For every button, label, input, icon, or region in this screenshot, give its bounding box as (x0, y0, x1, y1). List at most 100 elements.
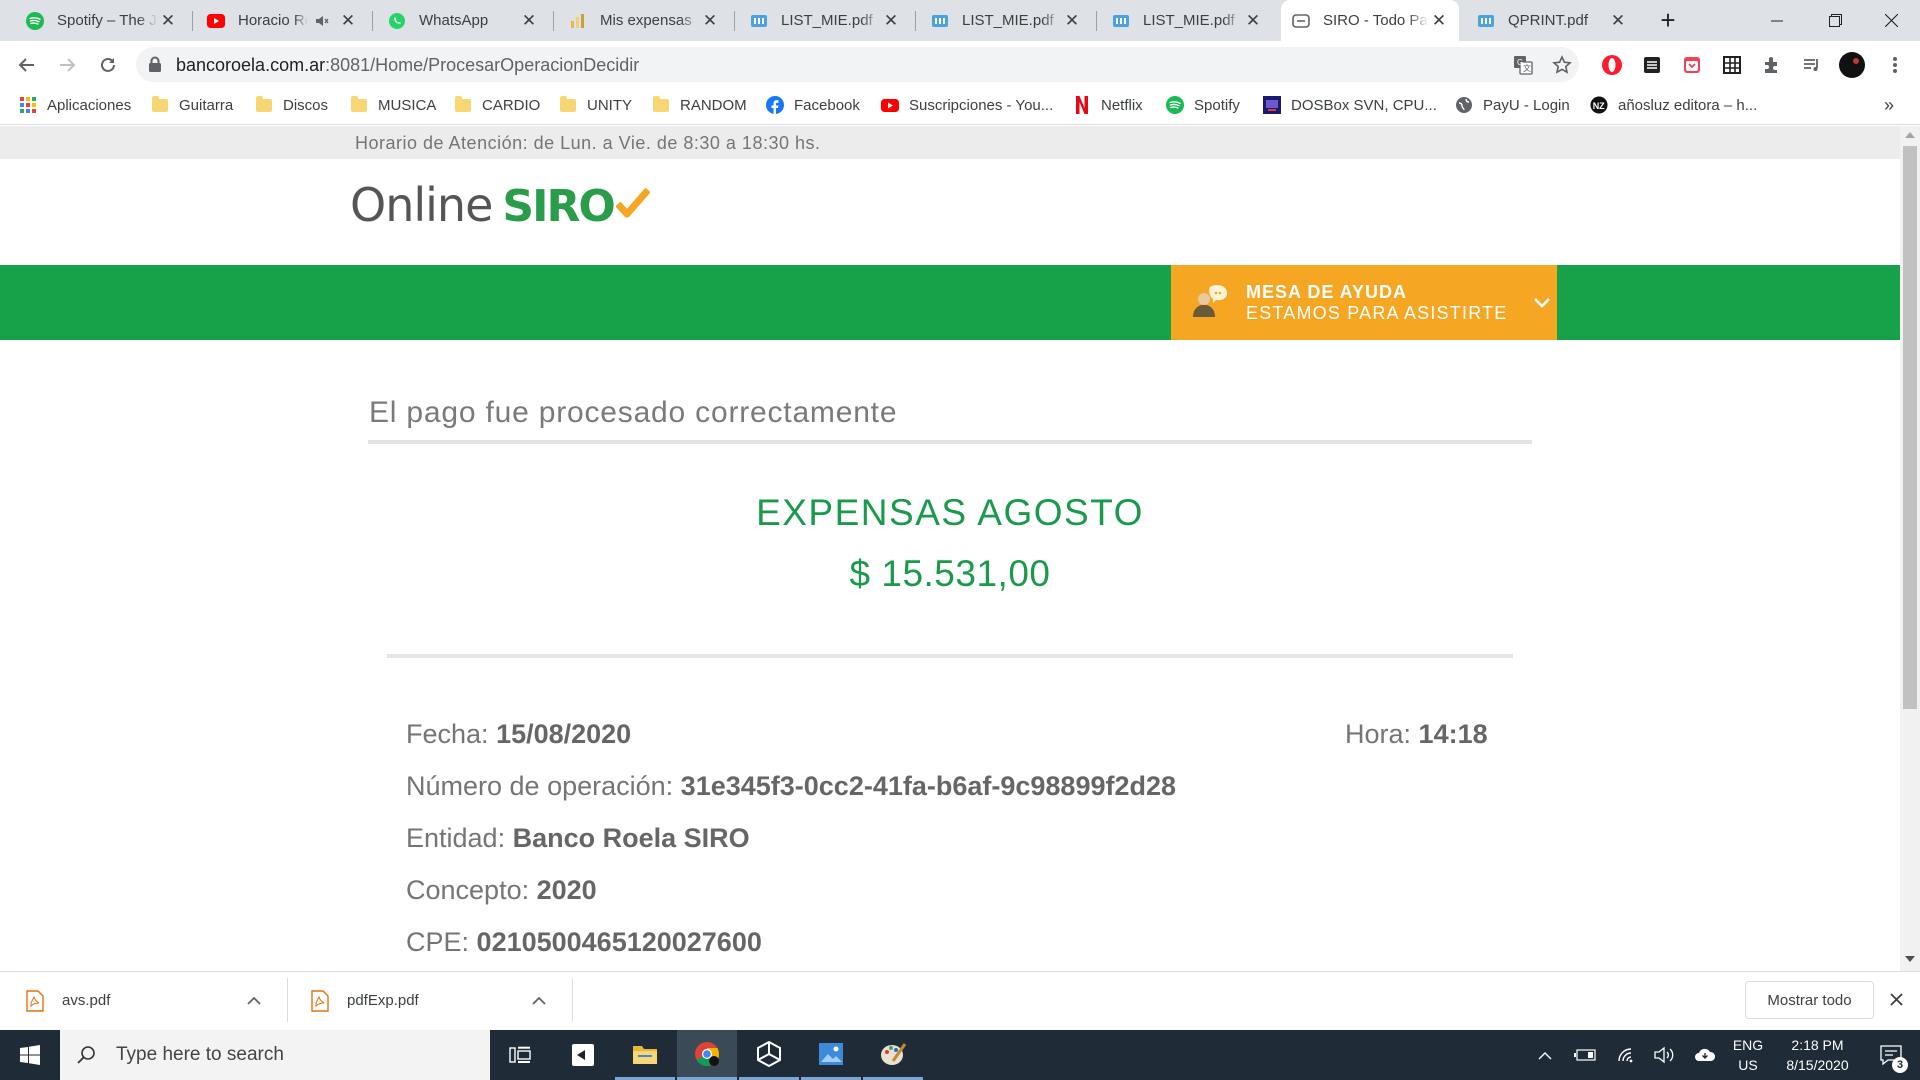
url-text[interactable]: bancoroela.com.ar:8081/Home/ProcesarOper… (176, 55, 639, 76)
bookmark-netflix[interactable]: Netflix (1073, 88, 1143, 122)
pdf-file-icon (26, 989, 44, 1012)
bookmark-payu[interactable]: PayU - Login (1455, 88, 1570, 122)
bookmark-label: Guitarra (179, 96, 234, 114)
cpe-label: CPE: (406, 927, 470, 957)
close-icon[interactable]: ✕ (700, 11, 720, 31)
scrollbar-thumb[interactable] (1903, 146, 1917, 709)
bookmark-cardio[interactable]: CARDIO (454, 88, 540, 122)
tab-youtube[interactable]: Horacio Ro ✕ (196, 0, 368, 41)
unity-hub-icon[interactable] (553, 1030, 613, 1080)
tab-spotify[interactable]: Spotify – The Jo ✕ (15, 0, 188, 41)
forward-icon[interactable] (52, 50, 82, 80)
download-item[interactable]: pdfExp.pdf (311, 971, 556, 1030)
bookmark-discos[interactable]: Discos (255, 88, 328, 122)
language-indicator[interactable]: ENG US (1728, 1030, 1768, 1080)
bookmark-guitarra[interactable]: Guitarra (151, 88, 233, 122)
close-icon[interactable]: ✕ (881, 11, 901, 31)
close-icon[interactable] (1890, 993, 1903, 1006)
bookmark-musica[interactable]: MUSICA (350, 88, 436, 122)
minimize-button[interactable] (1748, 0, 1806, 41)
bookmark-label: Aplicaciones (47, 96, 132, 114)
taskbar-search-box[interactable]: Type here to search (60, 1030, 490, 1080)
siro-logo[interactable]: Online SIRO (350, 178, 650, 232)
clock[interactable]: 2:18 PM 8/15/2020 (1770, 1030, 1865, 1080)
divider (368, 440, 1532, 444)
tab-title: QPRINT.pdf (1508, 12, 1589, 29)
media-control-icon[interactable] (1797, 50, 1827, 80)
volume-icon[interactable] (1650, 1030, 1680, 1080)
speaker-muted-icon[interactable] (312, 11, 332, 31)
lock-icon[interactable] (148, 56, 162, 72)
bookmark-spotify[interactable]: Spotify (1166, 88, 1240, 122)
cpe-row: CPE: 0210500465120027600 (406, 927, 762, 958)
divider (287, 978, 288, 1022)
bookmark-unity[interactable]: UNITY (559, 88, 632, 122)
chrome-taskbar-icon[interactable] (677, 1030, 737, 1080)
more-bookmarks-button[interactable]: » (1884, 88, 1894, 122)
facebook-icon (766, 96, 784, 114)
pdf-icon (1111, 11, 1131, 31)
wifi-icon[interactable] (1612, 1030, 1642, 1080)
close-icon[interactable]: ✕ (158, 11, 178, 31)
unity-editor-icon[interactable] (739, 1030, 799, 1080)
scroll-down-icon[interactable] (1905, 955, 1915, 963)
paint-icon[interactable] (863, 1030, 923, 1080)
extensions-puzzle-icon[interactable] (1757, 50, 1787, 80)
tab-title: LIST_MIE.pdf (781, 12, 873, 29)
tab-whatsapp[interactable]: WhatsApp ✕ (377, 0, 549, 41)
scroll-up-icon[interactable] (1905, 131, 1915, 139)
bookmark-label: Discos (283, 96, 329, 114)
battery-icon[interactable] (1570, 1030, 1600, 1080)
bookmark-label: Spotify (1194, 96, 1240, 114)
close-icon[interactable]: ✕ (1243, 11, 1263, 31)
opera-extension-icon[interactable] (1597, 50, 1627, 80)
operation-value: 31e345f3-0cc2-41fa-b6af-9c98899f2d28 (680, 771, 1177, 801)
tab-list-mie-1[interactable]: LIST_MIE.pdf ✕ (739, 0, 911, 41)
help-desk-button[interactable]: MESA DE AYUDA ESTAMOS PARA ASISTIRTE (1171, 265, 1557, 340)
close-icon[interactable]: ✕ (1062, 11, 1082, 31)
action-center-icon[interactable]: 3 (1868, 1030, 1914, 1080)
pocket-extension-icon[interactable] (1677, 50, 1707, 80)
chevron-down-icon[interactable] (1533, 297, 1551, 309)
bookmark-anosluz[interactable]: NZ añosluz editora – h... (1590, 88, 1757, 122)
new-tab-button[interactable]: + (1640, 0, 1696, 41)
reader-extension-icon[interactable] (1637, 50, 1667, 80)
task-view-icon[interactable] (490, 1030, 550, 1080)
youtube-icon (881, 96, 899, 114)
tab-list-mie-2[interactable]: LIST_MIE.pdf ✕ (920, 0, 1092, 41)
windows-start-button[interactable] (0, 1030, 60, 1080)
bookmark-dosbox[interactable]: DOSBox SVN, CPU... (1263, 88, 1437, 122)
translate-icon[interactable]: G文 (1508, 50, 1538, 80)
file-explorer-icon[interactable] (615, 1030, 675, 1080)
show-all-downloads-button[interactable]: Mostrar todo (1745, 981, 1874, 1019)
reload-icon[interactable] (93, 50, 123, 80)
grid-extension-icon[interactable] (1717, 50, 1747, 80)
close-icon[interactable]: ✕ (338, 11, 358, 31)
bookmark-suscripciones[interactable]: Suscripciones - You... (881, 88, 1053, 122)
photos-icon[interactable] (801, 1030, 861, 1080)
bookmark-label: RANDOM (680, 96, 747, 114)
close-window-button[interactable] (1862, 0, 1920, 41)
tab-siro[interactable]: SIRO - Todo Pa ✕ (1281, 0, 1459, 41)
tab-title: LIST_MIE.pdf (962, 12, 1054, 29)
profile-avatar[interactable] (1837, 50, 1867, 80)
tab-mis-expensas[interactable]: Mis expensas ✕ (558, 0, 730, 41)
close-icon[interactable]: ✕ (1429, 11, 1449, 31)
onedrive-icon[interactable] (1690, 1030, 1720, 1080)
bookmark-facebook[interactable]: Facebook (766, 88, 860, 122)
close-icon[interactable]: ✕ (1608, 11, 1628, 31)
bookmark-aplicaciones[interactable]: Aplicaciones (19, 88, 131, 122)
back-icon[interactable] (12, 50, 42, 80)
bookmark-star-icon[interactable] (1547, 50, 1577, 80)
chevron-up-icon[interactable] (247, 996, 261, 1005)
tab-qprint[interactable]: QPRINT.pdf ✕ (1466, 0, 1638, 41)
close-icon[interactable]: ✕ (519, 11, 539, 31)
chrome-menu-icon[interactable] (1880, 50, 1910, 80)
restore-button[interactable] (1806, 0, 1864, 41)
chevron-up-icon[interactable] (1530, 1030, 1560, 1080)
download-item[interactable]: avs.pdf (26, 971, 271, 1030)
bookmark-random[interactable]: RANDOM (652, 88, 747, 122)
chevron-up-icon[interactable] (532, 996, 546, 1005)
url-path: :8081/Home/ProcesarOperacionDecidir (325, 55, 640, 75)
tab-list-mie-3[interactable]: LIST_MIE.pdf ✕ (1101, 0, 1273, 41)
